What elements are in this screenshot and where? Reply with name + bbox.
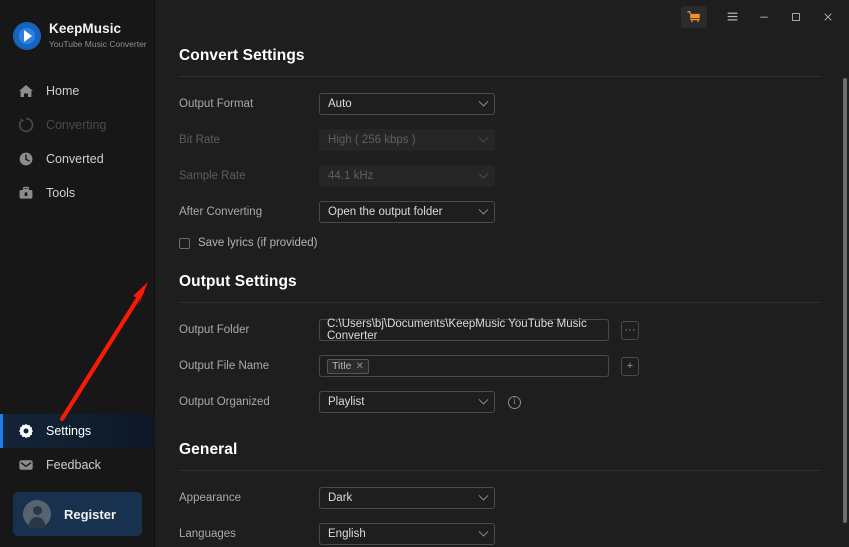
sidebar-item-label: Converting <box>46 118 107 132</box>
brand-subtitle: YouTube Music Converter <box>49 39 147 50</box>
buy-button[interactable] <box>681 5 707 28</box>
section-title-convert-settings: Convert Settings <box>179 47 305 64</box>
settings-content: Convert Settings Output Format Auto Bit … <box>155 33 849 547</box>
play-circle-icon <box>14 23 40 49</box>
minimize-button[interactable] <box>749 5 779 29</box>
sidebar-item-tools[interactable]: Tools <box>0 176 154 210</box>
sidebar-item-label: Settings <box>46 424 92 438</box>
hamburger-menu-icon <box>727 12 737 21</box>
setting-row-bit-rate: Bit Rate High ( 256 kbps ) <box>179 125 821 155</box>
message-icon <box>19 460 33 470</box>
chevron-down-icon <box>478 490 489 501</box>
maximize-icon <box>792 12 800 21</box>
file-name-tag-label: Title <box>332 360 352 372</box>
sidebar-item-settings[interactable]: Settings <box>0 414 155 448</box>
bit-rate-select: High ( 256 kbps ) <box>319 129 495 151</box>
browse-folder-button[interactable]: ··· <box>621 320 639 340</box>
row-label: After Converting <box>179 206 263 218</box>
row-label: Bit Rate <box>179 134 220 146</box>
row-label: Languages <box>179 528 236 540</box>
plus-icon: + <box>626 359 634 372</box>
chevron-down-icon <box>478 96 489 107</box>
setting-row-output-format: Output Format Auto <box>179 89 821 119</box>
select-value: 44.1 kHz <box>328 170 374 182</box>
gear-icon <box>19 423 33 439</box>
remove-tag-icon[interactable]: ✕ <box>355 361 363 372</box>
select-value: Auto <box>328 98 352 110</box>
close-button[interactable] <box>813 5 843 29</box>
maximize-button[interactable] <box>781 5 811 29</box>
chevron-down-icon <box>478 132 489 143</box>
after-converting-select[interactable]: Open the output folder <box>319 201 495 223</box>
info-icon[interactable] <box>508 395 521 409</box>
app-window: KeepMusic YouTube Music Converter Home C… <box>0 0 849 547</box>
sidebar-item-label: Converted <box>46 152 104 166</box>
sidebar-bottom: Settings Feedback Register <box>0 414 155 547</box>
clock-icon <box>19 152 33 166</box>
output-organized-select[interactable]: Playlist <box>319 391 495 413</box>
save-lyrics-checkbox[interactable] <box>179 237 190 249</box>
avatar-icon <box>23 500 51 528</box>
sidebar-item-feedback[interactable]: Feedback <box>0 448 155 482</box>
save-lyrics-label: Save lyrics (if provided) <box>198 237 318 249</box>
sidebar-item-converting[interactable]: Converting <box>0 108 154 142</box>
register-button[interactable]: Register <box>13 492 142 536</box>
main-panel: Convert Settings Output Format Auto Bit … <box>155 0 849 547</box>
sample-rate-select: 44.1 kHz <box>319 165 495 187</box>
row-label: Sample Rate <box>179 170 246 182</box>
row-label: Output Folder <box>179 324 250 336</box>
add-file-name-token-button[interactable]: + <box>621 356 639 376</box>
setting-row-languages: Languages English <box>179 519 821 547</box>
row-label: Output File Name <box>179 360 270 372</box>
chevron-down-icon <box>478 526 489 537</box>
setting-row-sample-rate: Sample Rate 44.1 kHz <box>179 161 821 191</box>
shopping-cart-icon <box>687 10 700 22</box>
setting-row-output-organized: Output Organized Playlist <box>179 387 821 417</box>
sidebar-item-label: Home <box>46 84 80 98</box>
setting-row-after-converting: After Converting Open the output folder <box>179 197 821 227</box>
row-label: Output Organized <box>179 396 270 408</box>
output-format-select[interactable]: Auto <box>319 93 495 115</box>
content-scrollbar[interactable] <box>843 78 847 523</box>
select-value: Open the output folder <box>328 206 443 218</box>
output-folder-input[interactable]: C:\Users\bj\Documents\KeepMusic YouTube … <box>319 318 609 342</box>
menu-button[interactable] <box>717 5 747 29</box>
setting-row-output-file-name: Output File Name Title ✕ + <box>179 351 821 381</box>
chevron-down-icon <box>478 394 489 405</box>
register-label: Register <box>64 506 117 522</box>
sidebar-nav: Home Converting Converted Tools <box>0 74 154 210</box>
toolbox-icon <box>19 186 33 199</box>
select-value: Dark <box>328 492 353 504</box>
chevron-down-icon <box>478 204 489 215</box>
sidebar-item-label: Tools <box>46 186 76 200</box>
languages-select[interactable]: English <box>319 523 495 545</box>
setting-row-appearance: Appearance Dark <box>179 483 821 513</box>
title-bar <box>155 0 849 33</box>
save-lyrics-row[interactable]: Save lyrics (if provided) <box>179 237 821 249</box>
appearance-select[interactable]: Dark <box>319 487 495 509</box>
section-title-output-settings: Output Settings <box>179 273 297 290</box>
home-icon <box>19 85 33 97</box>
sidebar-item-converted[interactable]: Converted <box>0 142 154 176</box>
select-value: High ( 256 kbps ) <box>328 134 416 146</box>
brand-title: KeepMusic <box>49 21 122 37</box>
setting-row-output-folder: Output Folder C:\Users\bj\Documents\Keep… <box>179 315 821 345</box>
section-title-general: General <box>179 441 238 458</box>
sidebar-item-home[interactable]: Home <box>0 74 154 108</box>
ellipsis-icon: ··· <box>624 323 636 336</box>
output-folder-value: C:\Users\bj\Documents\KeepMusic YouTube … <box>327 318 587 342</box>
select-value: Playlist <box>328 396 365 408</box>
sidebar: KeepMusic YouTube Music Converter Home C… <box>0 0 155 547</box>
minimize-icon <box>760 16 768 18</box>
row-label: Output Format <box>179 98 254 110</box>
chevron-down-icon <box>478 168 489 179</box>
close-icon <box>824 12 832 21</box>
converting-icon <box>18 117 34 133</box>
row-label: Appearance <box>179 492 242 504</box>
select-value: English <box>328 528 366 540</box>
sidebar-item-label: Feedback <box>46 458 101 472</box>
brand: KeepMusic YouTube Music Converter <box>0 0 154 56</box>
output-file-name-input[interactable]: Title ✕ <box>319 355 609 377</box>
file-name-tag[interactable]: Title ✕ <box>327 358 369 374</box>
